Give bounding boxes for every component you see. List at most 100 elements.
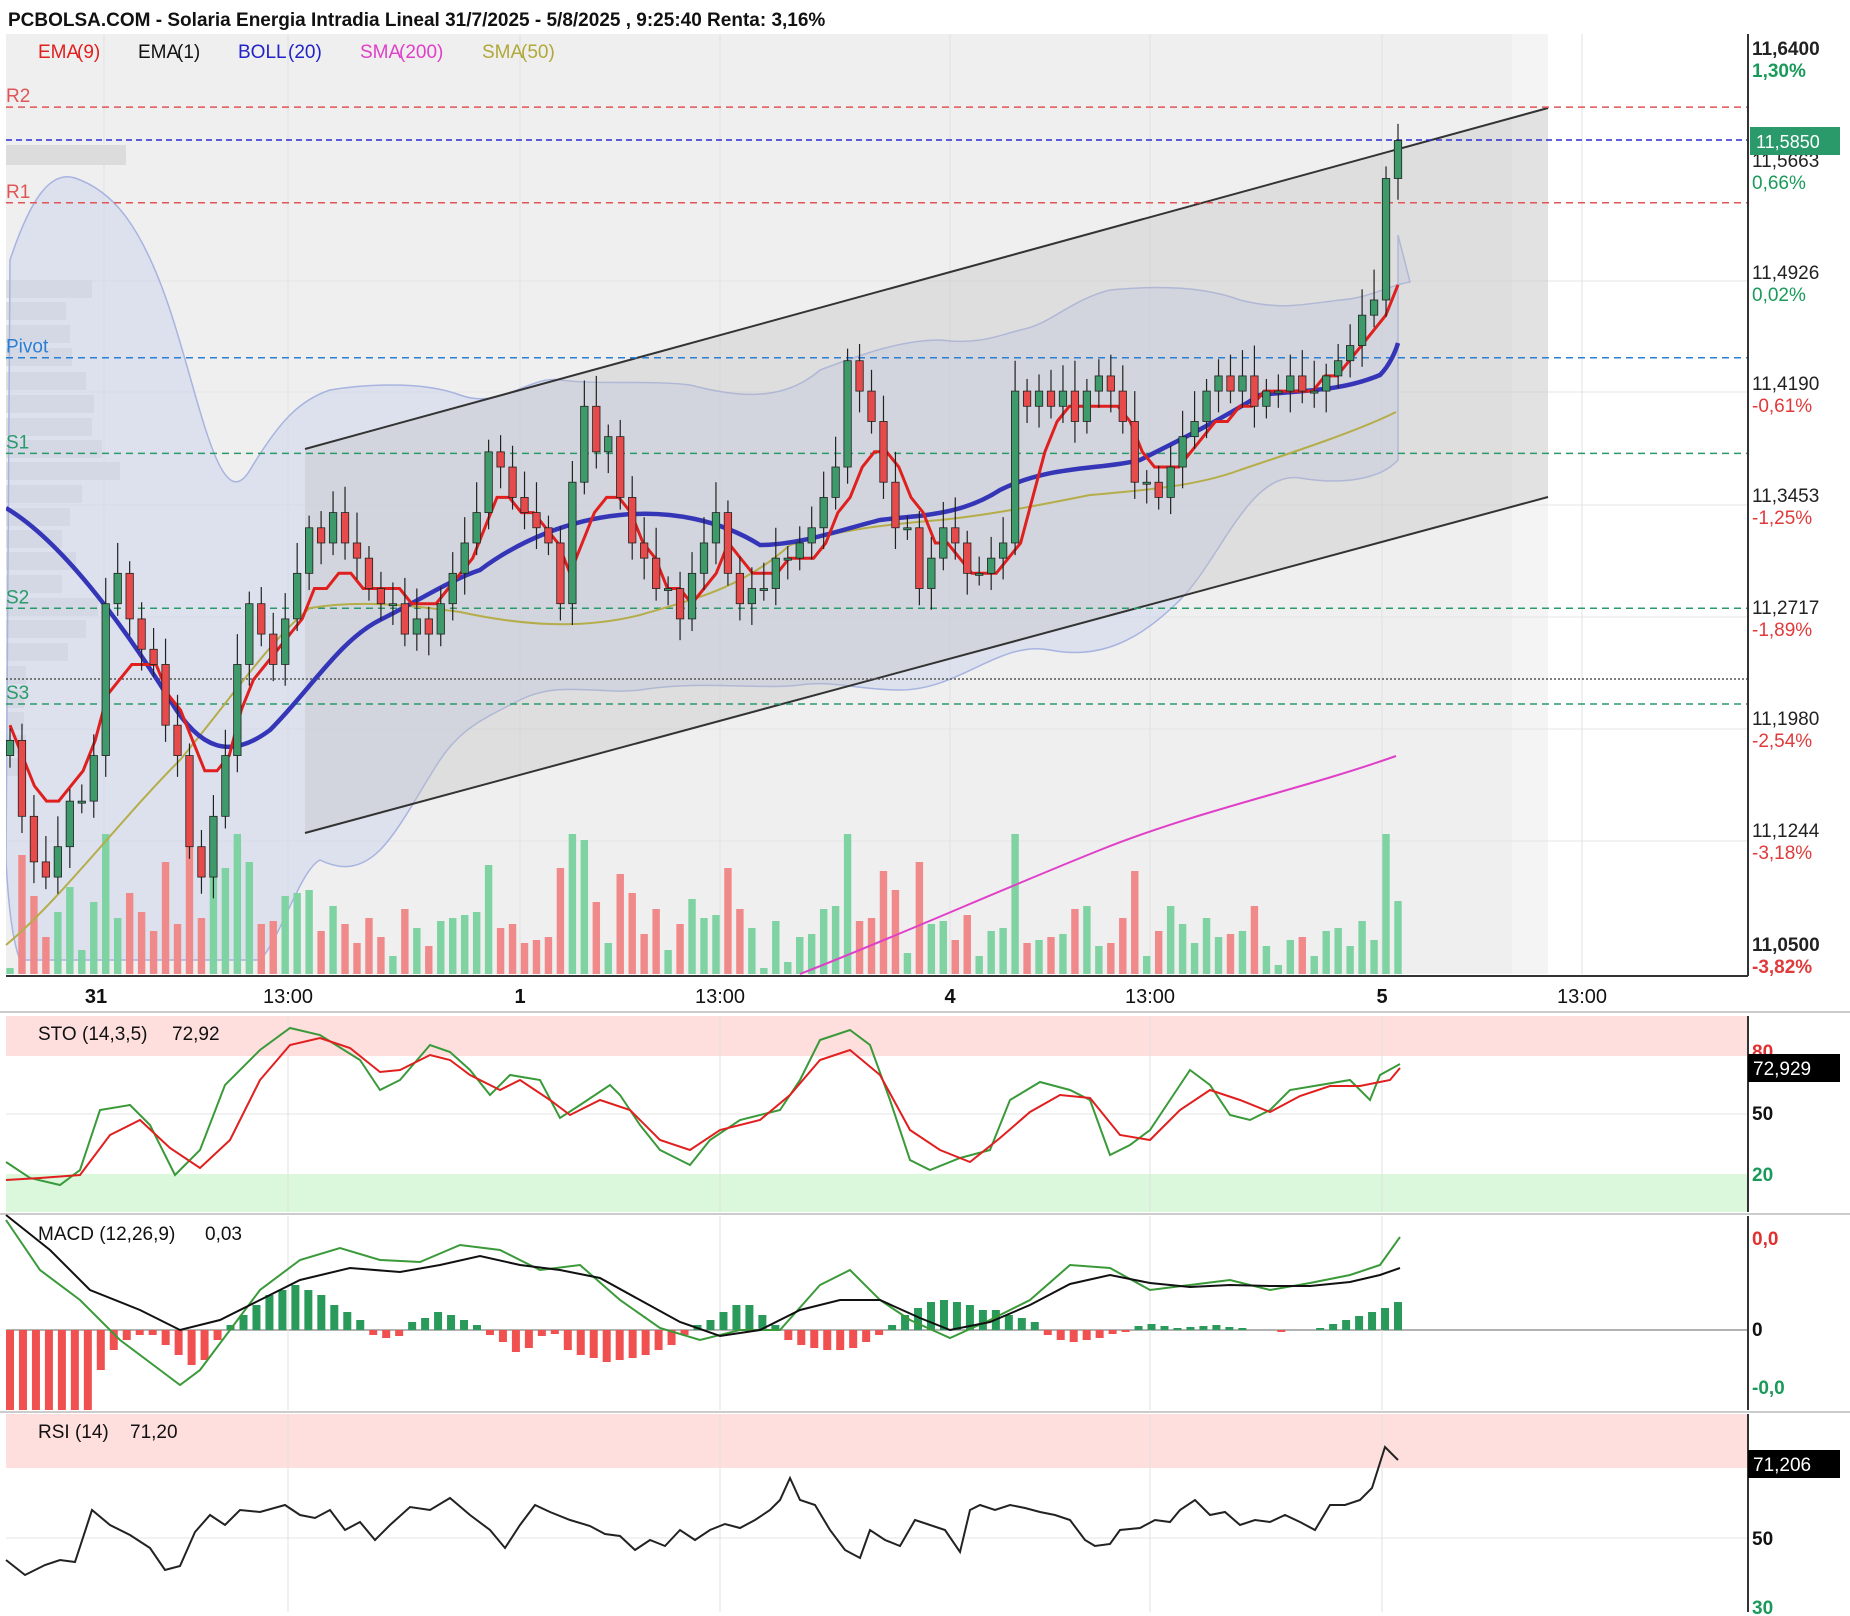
macd-hist-bar xyxy=(1329,1324,1338,1330)
candle-body xyxy=(592,405,601,453)
candle-body xyxy=(556,542,565,605)
volume-bar xyxy=(879,871,888,974)
volume-bar xyxy=(628,893,636,974)
candle-body xyxy=(628,497,637,544)
macd-hist-bar xyxy=(1134,1326,1143,1330)
volume-bar xyxy=(1154,931,1163,974)
price-axis-pct: 0,66% xyxy=(1752,173,1806,194)
candle-body xyxy=(101,603,110,756)
sto-value: 72,92 xyxy=(172,1024,220,1045)
volume-bar xyxy=(425,946,433,974)
rsi-axis-30: 30 xyxy=(1752,1598,1773,1616)
volume-bar xyxy=(736,909,744,974)
legend-label: EMA xyxy=(138,42,180,63)
price-axis-pct: 1,30% xyxy=(1752,61,1806,82)
candle-body xyxy=(1166,466,1175,498)
volume-bar xyxy=(269,921,277,974)
candle-body xyxy=(795,542,804,559)
candle-body xyxy=(1010,390,1020,544)
candle xyxy=(843,348,852,484)
legend-label: SMA xyxy=(360,42,402,63)
volume-bar xyxy=(556,868,565,974)
candle-body xyxy=(328,512,338,544)
candle-body xyxy=(1262,390,1271,407)
volume-bar xyxy=(676,924,684,974)
candle-body xyxy=(496,451,505,468)
level-label-r2: R2 xyxy=(6,86,30,107)
level-label-s2: S2 xyxy=(6,587,29,608)
volume-bar xyxy=(341,924,349,974)
macd-hist-bar xyxy=(1199,1326,1208,1330)
macd-hist-bar xyxy=(187,1330,196,1365)
volume-bar xyxy=(54,912,62,974)
volume-bar xyxy=(90,902,98,974)
candle-body xyxy=(364,557,374,589)
macd-hist-bar xyxy=(1095,1330,1104,1338)
macd-hist-bar xyxy=(44,1330,53,1410)
macd-hist-bar xyxy=(1368,1312,1377,1330)
candle-body xyxy=(723,512,733,574)
sto-axis-20: 20 xyxy=(1752,1165,1773,1186)
macd-hist-bar xyxy=(1043,1330,1052,1335)
price-axis-pct: -3,82% xyxy=(1752,957,1812,978)
candle-body xyxy=(532,512,541,529)
macd-hist-bar xyxy=(823,1330,832,1350)
legend-label: EMA xyxy=(38,42,80,63)
stock-chart: R2 R1 Pivot S1 S2 S3 PCBOLSA.COM - Solaria En… xyxy=(0,10,1850,1616)
candle-body xyxy=(209,815,218,878)
macd-hist-bar xyxy=(1212,1325,1221,1330)
volume-bar xyxy=(520,943,529,974)
macd-hist-bar xyxy=(447,1315,456,1330)
volume-bar xyxy=(66,887,74,974)
macd-hist-bar xyxy=(421,1318,430,1330)
macd-hist-bar xyxy=(602,1330,611,1362)
candle-body xyxy=(29,815,39,863)
volume-bar xyxy=(472,912,481,974)
volume-bar xyxy=(1358,921,1366,974)
price-axis-pct: -2,54% xyxy=(1752,731,1812,752)
candle-body xyxy=(1250,375,1259,407)
price-axis-label: 11,4926 xyxy=(1752,263,1819,284)
volume-bar xyxy=(640,934,648,974)
price-axis-pct: 0,02% xyxy=(1752,285,1806,306)
candle-body xyxy=(221,755,230,817)
macd-hist-bar xyxy=(641,1330,650,1355)
candle xyxy=(101,577,110,777)
candle-body xyxy=(269,633,278,665)
candle-body xyxy=(759,588,768,591)
candle-body xyxy=(125,572,134,620)
candle-body xyxy=(424,618,433,635)
macd-hist-bar xyxy=(265,1295,274,1330)
candle-body xyxy=(1298,375,1307,392)
macd-hist-bar xyxy=(213,1330,222,1340)
macd-hist-bar xyxy=(1030,1322,1039,1330)
volume-bar xyxy=(891,890,900,974)
candle-body xyxy=(6,739,15,756)
candle-body xyxy=(1190,421,1199,438)
volume-bar xyxy=(1322,931,1330,974)
price-axis: 11,64001,30%11,56630,66%11,49260,02%11,4… xyxy=(1752,39,1820,978)
macd-hist-bar xyxy=(1394,1302,1402,1330)
level-label-s1: S1 xyxy=(6,432,29,453)
volume-bar xyxy=(173,924,182,974)
candle-body xyxy=(293,572,302,620)
volume-bar xyxy=(772,921,780,974)
candle-body xyxy=(1094,375,1103,392)
macd-hist-bar xyxy=(330,1305,339,1330)
volume-bar xyxy=(125,893,134,974)
volume-bar xyxy=(580,840,589,974)
volume-bar xyxy=(413,928,421,974)
legend-param: (50) xyxy=(521,42,555,63)
volume-bar xyxy=(1178,924,1187,974)
macd-hist-bar xyxy=(875,1330,884,1335)
candle-body xyxy=(1286,375,1295,392)
macd-hist-bar xyxy=(849,1330,858,1348)
macd-hist-bar xyxy=(135,1330,144,1335)
legend-param: (9) xyxy=(77,42,100,63)
volume-bar xyxy=(102,834,110,974)
volume-bar xyxy=(1119,918,1127,974)
macd-hist-bar xyxy=(1004,1315,1013,1330)
volume-bar xyxy=(544,937,553,974)
volume-bar xyxy=(78,950,86,974)
candle-body xyxy=(1178,436,1187,468)
